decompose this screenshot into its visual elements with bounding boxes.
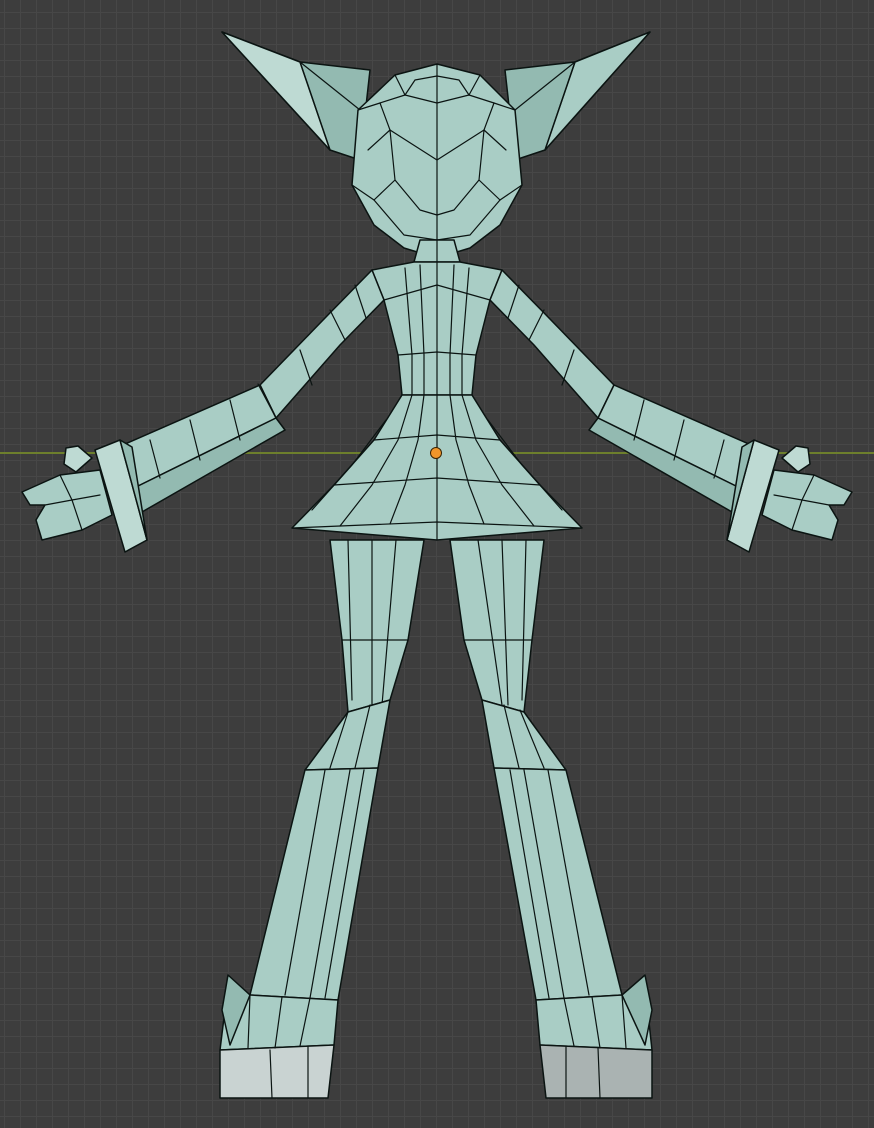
right-leg[interactable] (449, 539, 653, 1099)
skirt[interactable] (291, 394, 583, 541)
object-origin-point[interactable] (430, 447, 442, 459)
character-mesh[interactable] (0, 0, 874, 1128)
right-ear[interactable] (504, 31, 651, 161)
torso[interactable] (371, 261, 503, 396)
head[interactable] (351, 63, 523, 259)
left-ear[interactable] (221, 31, 371, 161)
neck[interactable] (413, 239, 461, 263)
3d-viewport[interactable] (0, 0, 874, 1128)
left-leg[interactable] (219, 539, 425, 1099)
